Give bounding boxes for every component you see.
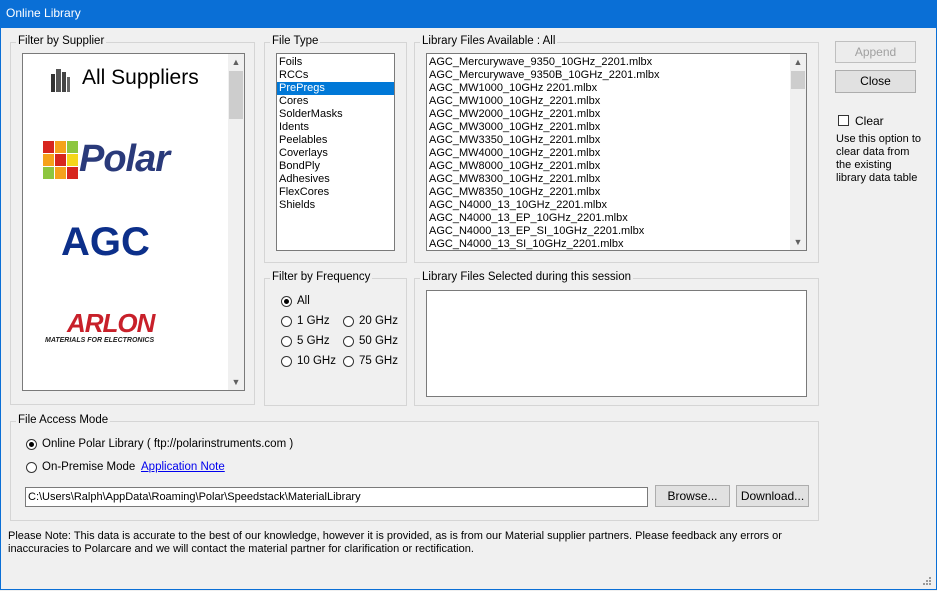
freq-label-75ghz: 75 GHz: [359, 355, 398, 367]
freq-label-all: All: [297, 295, 310, 307]
clear-help-line: library data table: [836, 172, 918, 184]
freq-label-1ghz: 1 GHz: [297, 315, 330, 327]
scroll-up-icon[interactable]: ▲: [228, 54, 244, 70]
file-type-item[interactable]: PrePregs: [277, 82, 394, 95]
polar-grid-icon: [43, 141, 78, 179]
file-type-legend: File Type: [270, 35, 321, 47]
file-type-list[interactable]: Foils RCCs PrePregs Cores SolderMasks Idents P…: [276, 53, 395, 251]
file-type-item[interactable]: Peelables: [277, 134, 394, 147]
resize-grip-icon[interactable]: [921, 575, 933, 587]
library-file-item[interactable]: AGC_MW8300_10GHz_2201.mlbx: [427, 173, 806, 186]
supplier-all[interactable]: All Suppliers: [49, 64, 209, 96]
on-premise-radio[interactable]: [26, 462, 37, 473]
freq-radio-20ghz[interactable]: [343, 316, 354, 327]
all-suppliers-icon: [51, 69, 70, 92]
library-file-item[interactable]: AGC_N4000_13_EP_10GHz_2201.mlbx: [427, 212, 806, 225]
download-button[interactable]: Download...: [736, 485, 809, 507]
file-type-item[interactable]: Cores: [277, 95, 394, 108]
disclaimer-note: Please Note: This data is accurate to th…: [8, 530, 923, 556]
library-file-item[interactable]: AGC_N4000_13_SI_10GHz_2201.mlbx: [427, 238, 806, 250]
scroll-thumb[interactable]: [229, 71, 243, 119]
library-file-item[interactable]: AGC_MW1000_10GHz_2201.mlbx: [427, 95, 806, 108]
online-library-radio[interactable]: [26, 439, 37, 450]
scroll-thumb[interactable]: [791, 71, 805, 89]
file-type-item[interactable]: Adhesives: [277, 173, 394, 186]
polar-logo[interactable]: Polar: [43, 138, 195, 182]
clear-label: Clear: [855, 114, 884, 128]
disclaimer-line: Please Note: This data is accurate to th…: [8, 530, 782, 542]
clear-checkbox[interactable]: [838, 115, 849, 126]
clear-help-line: clear data from: [836, 146, 910, 158]
freq-radio-50ghz[interactable]: [343, 336, 354, 347]
agc-logo-text: AGC: [61, 220, 150, 264]
file-type-item[interactable]: Foils: [277, 56, 394, 69]
library-file-item[interactable]: AGC_MW8350_10GHz_2201.mlbx: [427, 186, 806, 199]
library-file-item[interactable]: AGC_Mercurywave_9350_10GHz_2201.mlbx: [427, 56, 806, 69]
clear-help-line: the existing: [836, 159, 892, 171]
application-note-link[interactable]: Application Note: [141, 461, 225, 473]
agc-logo[interactable]: AGC: [61, 220, 181, 264]
library-file-item[interactable]: AGC_N4000_13_10GHz_2201.mlbx: [427, 199, 806, 212]
freq-radio-5ghz[interactable]: [281, 336, 292, 347]
file-type-item[interactable]: Idents: [277, 121, 394, 134]
frequency-legend: Filter by Frequency: [270, 271, 373, 283]
supplier-filter-legend: Filter by Supplier: [16, 35, 107, 47]
freq-radio-75ghz[interactable]: [343, 356, 354, 367]
polar-logo-text: Polar: [79, 138, 170, 180]
disclaimer-line: inaccuracies to Polarcare and we will co…: [8, 543, 474, 555]
arlon-logo[interactable]: ARLON MATERIALS FOR ELECTRONICS: [45, 308, 195, 348]
freq-radio-10ghz[interactable]: [281, 356, 292, 367]
file-type-item[interactable]: FlexCores: [277, 186, 394, 199]
freq-label-20ghz: 20 GHz: [359, 315, 398, 327]
supplier-list-scrollbar[interactable]: ▲ ▼: [228, 54, 244, 390]
library-file-item[interactable]: AGC_MW1000_10GHz 2201.mlbx: [427, 82, 806, 95]
arlon-tagline: MATERIALS FOR ELECTRONICS: [45, 337, 155, 344]
selected-files-legend: Library Files Selected during this sessi…: [420, 271, 634, 283]
browse-button[interactable]: Browse...: [655, 485, 730, 507]
library-file-item[interactable]: AGC_MW2000_10GHz_2201.mlbx: [427, 108, 806, 121]
file-type-item[interactable]: SolderMasks: [277, 108, 394, 121]
file-type-item[interactable]: BondPly: [277, 160, 394, 173]
library-files-legend: Library Files Available : All: [420, 35, 558, 47]
library-file-item[interactable]: AGC_MW8000_10GHz_2201.mlbx: [427, 160, 806, 173]
scroll-down-icon[interactable]: ▼: [228, 374, 244, 390]
scroll-down-icon[interactable]: ▼: [790, 234, 806, 250]
library-files-list[interactable]: AGC_Mercurywave_9350_10GHz_2201.mlbx AGC_…: [426, 53, 807, 251]
library-file-item[interactable]: AGC_MW3350_10GHz_2201.mlbx: [427, 134, 806, 147]
online-library-label: Online Polar Library ( ftp://polarinstru…: [42, 438, 294, 450]
freq-label-5ghz: 5 GHz: [297, 335, 330, 347]
freq-label-50ghz: 50 GHz: [359, 335, 398, 347]
file-type-item[interactable]: Coverlays: [277, 147, 394, 160]
freq-radio-1ghz[interactable]: [281, 316, 292, 327]
freq-label-10ghz: 10 GHz: [297, 355, 336, 367]
title-bar: Online Library: [0, 0, 937, 29]
library-path-field[interactable]: C:\Users\Ralph\AppData\Roaming\Polar\Spe…: [25, 487, 648, 507]
file-access-legend: File Access Mode: [16, 414, 111, 426]
clear-help-text: Use this option to clear data from the e…: [836, 133, 936, 185]
library-file-item[interactable]: AGC_N4000_13_EP_SI_10GHz_2201.mlbx: [427, 225, 806, 238]
arlon-logo-text: ARLON: [67, 308, 155, 338]
close-button[interactable]: Close: [835, 70, 916, 93]
library-file-item[interactable]: AGC_MW4000_10GHz_2201.mlbx: [427, 147, 806, 160]
library-path-value: C:\Users\Ralph\AppData\Roaming\Polar\Spe…: [28, 491, 361, 503]
all-suppliers-label: All Suppliers: [82, 66, 199, 89]
scroll-up-icon[interactable]: ▲: [790, 54, 806, 70]
library-file-item[interactable]: AGC_Mercurywave_9350B_10GHz_2201.mlbx: [427, 69, 806, 82]
window-title: Online Library: [6, 6, 81, 20]
file-type-item[interactable]: Shields: [277, 199, 394, 212]
supplier-list[interactable]: All Suppliers Polar AGC ARLON MATERIALS …: [22, 53, 245, 391]
on-premise-label: On-Premise Mode: [42, 461, 136, 473]
selected-files-list[interactable]: [426, 290, 807, 397]
append-button[interactable]: Append: [835, 41, 916, 63]
clear-help-line: Use this option to: [836, 133, 921, 145]
freq-radio-all[interactable]: [281, 296, 292, 307]
library-file-item[interactable]: AGC_MW3000_10GHz_2201.mlbx: [427, 121, 806, 134]
library-list-scrollbar[interactable]: ▲ ▼: [790, 54, 806, 250]
file-type-item[interactable]: RCCs: [277, 69, 394, 82]
